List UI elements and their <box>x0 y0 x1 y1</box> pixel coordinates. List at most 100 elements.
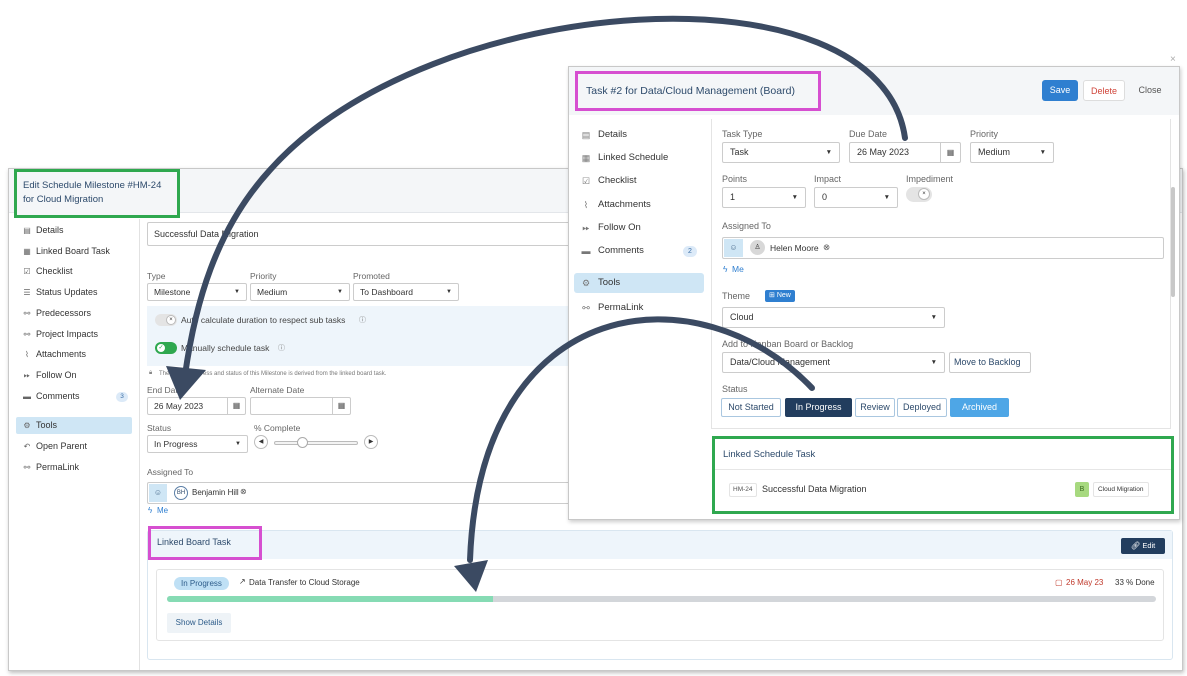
sidebar-item-status-updates[interactable]: ☰ Status Updates <box>16 284 132 301</box>
external-link-icon: ↗ <box>239 577 246 586</box>
user-picker-icon[interactable]: ☺ <box>149 484 167 502</box>
linked-board-task-title: Linked Board Task <box>148 526 262 560</box>
impediment-toggle[interactable]: × <box>906 187 932 202</box>
derived-note: The dates, progress and status of this M… <box>159 371 387 377</box>
status-in-progress[interactable]: In Progress <box>785 398 852 417</box>
sidebar-item-predecessors[interactable]: ⚯ Predecessors <box>16 305 132 322</box>
new-badge: ⊞ New <box>765 290 795 302</box>
promoted-select[interactable]: To Dashboard ▼ <box>353 283 459 301</box>
save-button[interactable]: Save <box>1042 80 1078 101</box>
sidebar-item-linked-board-task[interactable]: ▦ Linked Board Task <box>16 243 132 260</box>
theme-select[interactable]: Cloud ▼ <box>722 307 945 328</box>
assign-me-link[interactable]: Me <box>732 264 744 274</box>
remove-assignee-icon[interactable]: ⊗ <box>240 487 247 496</box>
task-type-select[interactable]: Task ▼ <box>722 142 840 163</box>
sidebar-item-attachments[interactable]: ⌇ Attachments <box>16 346 132 363</box>
sidebar-item-checklist[interactable]: ☑ Checklist <box>574 171 704 191</box>
status-value: In Progress <box>154 439 198 449</box>
chevron-down-icon: ▼ <box>446 289 452 295</box>
close-button[interactable]: Close <box>1131 80 1169 101</box>
end-date-input[interactable]: 26 May 2023 ▦ <box>147 397 246 415</box>
board-select[interactable]: Data/Cloud Management ▼ <box>722 352 945 373</box>
theme-label: Theme <box>722 291 751 301</box>
task-form: Task Type Task ▼ Due Date 26 May 2023 ▦ Pr… <box>711 119 1171 429</box>
impediment-label: Impediment <box>906 174 954 184</box>
status-label: Status <box>722 384 748 394</box>
chevron-down-icon: ▼ <box>930 359 937 366</box>
calendar-icon[interactable]: ▦ <box>332 398 350 414</box>
points-value: 1 <box>730 192 736 202</box>
sidebar-item-details[interactable]: ▤ Details <box>16 222 132 239</box>
status-archived[interactable]: Archived <box>950 398 1009 417</box>
sidebar-item-label: Linked Schedule <box>598 152 669 164</box>
remove-assignee-icon[interactable]: ⊗ <box>823 242 830 253</box>
sidebar-item-label: Follow On <box>36 369 77 380</box>
sidebar-item-permalink[interactable]: ⚯ PermaLink <box>574 298 704 318</box>
assignee-field[interactable]: ☺ BH Benjamin Hill ⊗ <box>147 482 577 504</box>
x-icon: × <box>166 315 176 325</box>
paperclip-icon: ⌇ <box>583 199 589 210</box>
sidebar-item-comments[interactable]: ▬ Comments 2 <box>574 241 704 261</box>
lightning-icon: ϟ <box>148 506 153 515</box>
status-not-started[interactable]: Not Started <box>721 398 781 417</box>
fast-forward-icon: ⏩︎ <box>582 222 590 233</box>
sidebar-item-project-impacts[interactable]: ⚯ Project Impacts <box>16 326 132 343</box>
status-deployed[interactable]: Deployed <box>897 398 947 417</box>
avatar: ♙ <box>750 240 765 255</box>
slider-handle[interactable] <box>297 437 308 448</box>
manual-schedule-text: Manually schedule task <box>181 343 270 353</box>
increase-icon[interactable]: ▶ <box>364 435 378 449</box>
list-icon: ☰ <box>23 288 31 298</box>
check-icon: ✓ <box>156 343 166 353</box>
sidebar-item-linked-schedule[interactable]: ▦ Linked Schedule <box>574 148 704 168</box>
auto-calc-toggle[interactable]: × <box>155 314 177 326</box>
sidebar-item-checklist[interactable]: ☑ Checklist <box>16 263 132 280</box>
move-to-backlog-button[interactable]: Move to Backlog <box>949 352 1031 373</box>
priority-select[interactable]: Medium ▼ <box>250 283 350 301</box>
delete-button[interactable]: Delete <box>1083 80 1125 101</box>
document-icon: ▤ <box>23 226 31 235</box>
fast-forward-icon: ⏩︎ <box>23 370 31 380</box>
status-review[interactable]: Review <box>855 398 895 417</box>
sidebar-item-attachments[interactable]: ⌇ Attachments <box>574 195 704 215</box>
assign-me-link[interactable]: Me <box>157 506 168 515</box>
avatar: BH <box>174 486 188 500</box>
calendar-icon[interactable]: ▦ <box>227 398 245 414</box>
calendar-icon: ▢ <box>1055 578 1063 587</box>
calendar-icon[interactable]: ▦ <box>940 143 960 162</box>
show-details-button[interactable]: Show Details <box>167 613 231 633</box>
scrollbar[interactable] <box>1171 187 1175 297</box>
decrease-icon[interactable]: ◀ <box>254 435 268 449</box>
sidebar-item-tools[interactable]: ⚙ Tools <box>574 273 704 294</box>
promoted-value: To Dashboard <box>360 287 413 297</box>
checkbox-icon: ☑ <box>581 176 591 187</box>
schedule-task-name[interactable]: Successful Data Migration <box>762 484 867 494</box>
manual-schedule-toggle[interactable]: ✓ <box>155 342 177 354</box>
milestone-name-input[interactable]: Successful Data Migration <box>147 222 577 246</box>
sidebar-item-label: Predecessors <box>36 307 92 318</box>
sidebar-item-permalink[interactable]: ⚯ PermaLink <box>16 459 132 476</box>
percent-complete-slider[interactable] <box>274 441 358 445</box>
impact-select[interactable]: 0 ▼ <box>814 187 898 208</box>
due-date-input[interactable]: 26 May 2023 ▦ <box>849 142 961 163</box>
sidebar-item-details[interactable]: ▤ Details <box>574 125 704 145</box>
user-picker-icon[interactable]: ☺ <box>724 239 743 257</box>
sidebar-item-open-parent[interactable]: ↶ Open Parent <box>16 438 132 455</box>
points-select[interactable]: 1 ▼ <box>722 187 806 208</box>
sidebar-item-comments[interactable]: ▬ Comments 3 <box>16 388 132 405</box>
sidebar-item-tools[interactable]: ⚙ Tools <box>16 416 132 434</box>
paperclip-icon: ⌇ <box>25 350 29 360</box>
sidebar-item-label: Checklist <box>598 175 637 187</box>
linked-task-name[interactable]: Data Transfer to Cloud Storage <box>249 578 360 587</box>
chevron-down-icon: ▼ <box>791 194 798 201</box>
assignee-field[interactable]: ☺ ♙ Helen Moore ⊗ <box>722 237 1164 259</box>
status-select[interactable]: In Progress ▼ <box>147 435 248 453</box>
chevron-down-icon: ▼ <box>825 149 832 156</box>
type-select[interactable]: Milestone ▼ <box>147 283 247 301</box>
sidebar-item-follow-on[interactable]: ⏩︎ Follow On <box>574 218 704 238</box>
edit-button[interactable]: 🔗︎ Edit <box>1121 538 1165 554</box>
priority-select[interactable]: Medium ▼ <box>970 142 1054 163</box>
sidebar-item-follow-on[interactable]: ⏩︎ Follow On <box>16 367 132 384</box>
alternate-date-input[interactable]: ▦ <box>250 397 351 415</box>
close-icon[interactable]: × <box>1170 54 1176 65</box>
